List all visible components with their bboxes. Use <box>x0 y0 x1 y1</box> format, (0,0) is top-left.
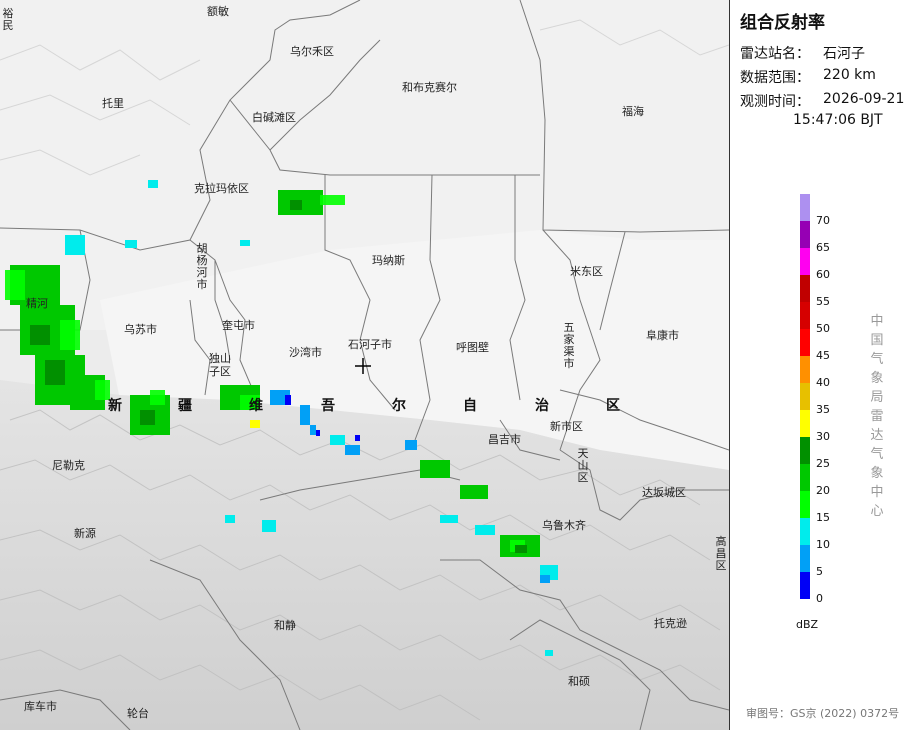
legend-swatch <box>800 491 810 518</box>
legend-swatch <box>800 194 810 221</box>
legend-swatch <box>800 437 810 464</box>
place-huyanghe: 胡杨河市 <box>196 242 208 291</box>
legend-swatch <box>800 302 810 329</box>
product-title: 组合反射率 <box>740 13 825 33</box>
region-char: 自 <box>463 398 477 414</box>
place-dabancheng: 达坂城区 <box>642 486 686 499</box>
legend-tick: 20 <box>816 484 830 497</box>
legend-tick: 35 <box>816 403 830 416</box>
region-char: 新 <box>108 398 122 414</box>
legend-swatch <box>800 356 810 383</box>
place-yumin: 裕民 <box>2 7 14 32</box>
place-baijiantan: 白碱滩区 <box>252 111 296 124</box>
review-number: 审图号：GS京 (2022) 0372号 <box>746 707 900 720</box>
place-tuoli: 托里 <box>102 97 124 110</box>
legend-tick: 60 <box>816 268 830 281</box>
station-value: 石河子 <box>823 46 865 62</box>
place-tuokexun: 托克逊 <box>654 617 687 630</box>
legend-swatch <box>800 275 810 302</box>
legend-swatch <box>800 221 810 248</box>
place-fukang: 阜康市 <box>646 329 679 342</box>
legend-tick: 30 <box>816 430 830 443</box>
legend-tick: 70 <box>816 214 830 227</box>
info-panel: 组合反射率 雷达站名： 石河子 数据范围： 220 km 观测时间： 2026-… <box>729 0 920 730</box>
legend-swatch <box>800 572 810 599</box>
place-manasi: 玛纳斯 <box>372 254 405 267</box>
place-emin: 额敏 <box>207 5 229 18</box>
place-luntai: 轮台 <box>127 707 149 720</box>
place-wujiaqu: 五家渠市 <box>563 321 575 370</box>
place-kuche: 库车市 <box>24 700 57 713</box>
legend-tick: 40 <box>816 376 830 389</box>
place-midong: 米东区 <box>570 265 603 278</box>
region-char: 吾 <box>321 398 335 414</box>
legend-tick: 0 <box>816 592 823 605</box>
place-gaochang: 高昌区 <box>715 535 727 572</box>
radar-map[interactable]: 裕民 额敏 乌尔禾区 和布克赛尔 福海 托里 白碱滩区 克拉玛依区 胡杨河市 玛… <box>0 0 729 730</box>
place-xinyuan: 新源 <box>74 527 96 540</box>
region-char: 区 <box>606 398 620 414</box>
place-xinshi: 新市区 <box>550 420 583 433</box>
agency-label: 中国气象局雷达气象中心 <box>870 314 884 519</box>
place-wusu: 乌苏市 <box>124 323 157 336</box>
place-wuerhe: 乌尔禾区 <box>290 45 334 58</box>
legend-tick: 25 <box>816 457 830 470</box>
legend-tick: 55 <box>816 295 830 308</box>
place-kuitun: 奎屯市 <box>222 319 255 332</box>
legend-swatch <box>800 410 810 437</box>
station-label: 雷达站名： <box>740 46 810 62</box>
place-jinghe: 精河 <box>26 297 48 310</box>
legend-swatch <box>800 329 810 356</box>
legend-tick: 15 <box>816 511 830 524</box>
place-dushanzi: 独山子区 <box>209 352 231 378</box>
place-tianshan: 天山区 <box>577 447 589 484</box>
legend-swatch <box>800 464 810 491</box>
time-label: 观测时间： <box>740 94 810 110</box>
place-hejing: 和静 <box>274 619 296 632</box>
legend-tick: 45 <box>816 349 830 362</box>
place-hutubi: 呼图壁 <box>456 341 489 354</box>
place-wulumuqi: 乌鲁木齐 <box>542 519 586 532</box>
region-char: 治 <box>535 398 549 414</box>
region-char: 维 <box>249 398 263 414</box>
region-char: 尔 <box>392 398 406 414</box>
legend-swatch <box>800 518 810 545</box>
range-value: 220 km <box>823 67 876 83</box>
place-changji: 昌吉市 <box>488 433 521 446</box>
time-clock: 15:47:06 BJT <box>793 112 883 128</box>
place-hebukesaier: 和布克赛尔 <box>402 81 457 94</box>
time-date: 2026-09-21 <box>823 91 905 107</box>
place-shawan: 沙湾市 <box>289 346 322 359</box>
legend-swatch <box>800 248 810 275</box>
legend-tick: 65 <box>816 241 830 254</box>
place-kelamayi: 克拉玛依区 <box>194 182 249 195</box>
legend-swatch <box>800 545 810 572</box>
place-shihezi: 石河子市 <box>348 338 392 351</box>
legend-unit: dBZ <box>796 618 819 631</box>
region-char: 疆 <box>178 398 192 414</box>
legend-tick: 5 <box>816 565 823 578</box>
legend-swatch <box>800 383 810 410</box>
range-label: 数据范围： <box>740 70 810 86</box>
place-heshuo: 和硕 <box>568 675 590 688</box>
legend-tick: 10 <box>816 538 830 551</box>
place-nileke: 尼勒克 <box>52 459 85 472</box>
place-fuhai: 福海 <box>622 105 644 118</box>
legend-tick: 50 <box>816 322 830 335</box>
